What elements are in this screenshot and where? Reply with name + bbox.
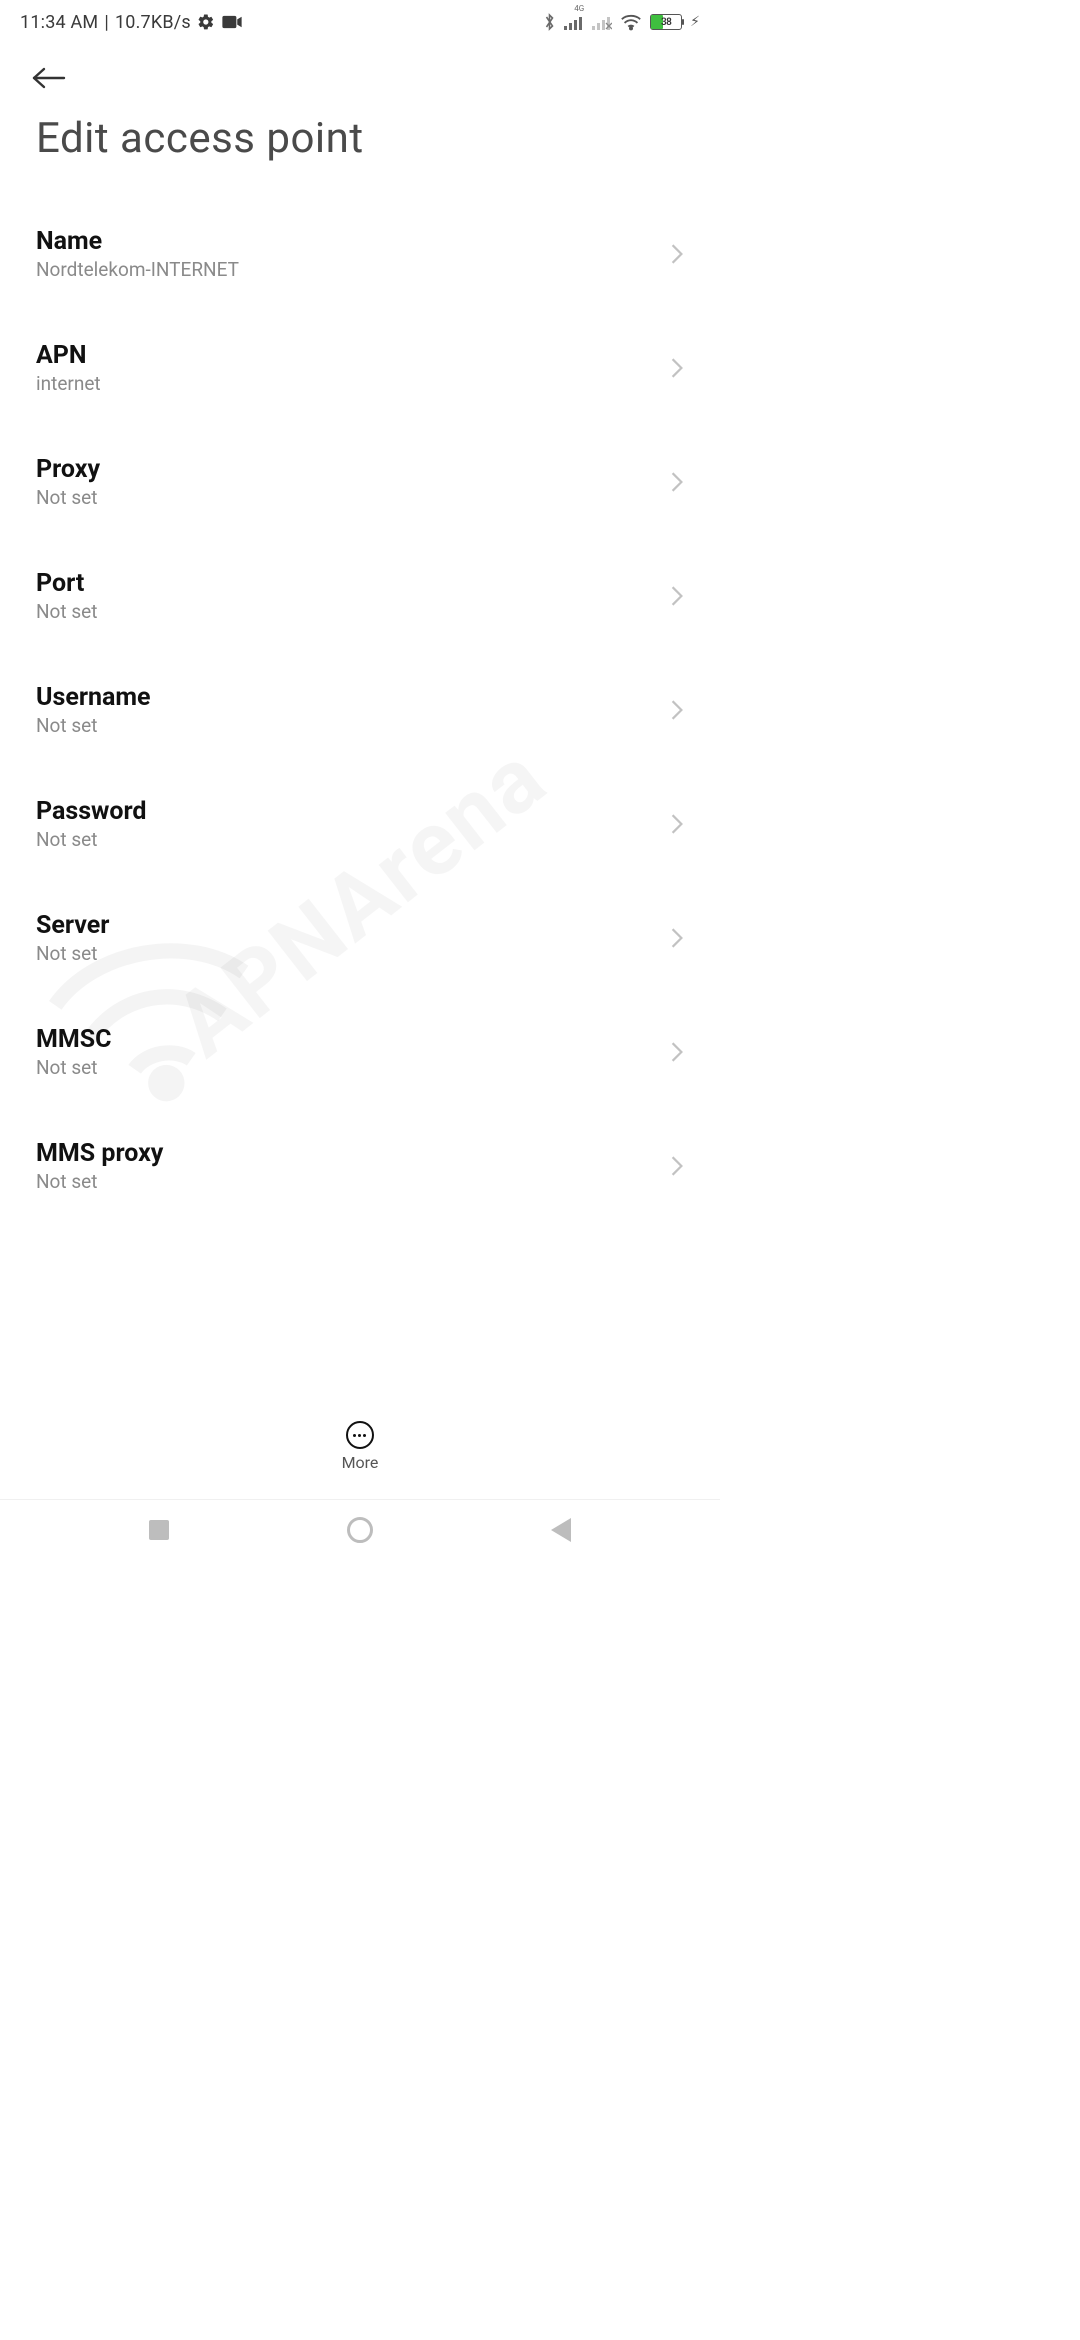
chevron-right-icon [670, 813, 684, 835]
row-mms-proxy[interactable]: MMS proxy Not set [36, 1109, 684, 1223]
system-nav-bar [0, 1500, 720, 1560]
battery-percent: 38 [651, 15, 681, 29]
signal-2-icon [592, 14, 612, 30]
row-username[interactable]: Username Not set [36, 653, 684, 767]
status-left: 11:34 AM | 10.7KB/s [20, 12, 243, 33]
row-server[interactable]: Server Not set [36, 881, 684, 995]
bottom-action-bar: More [0, 1394, 720, 1500]
row-label: Proxy [36, 455, 100, 484]
row-apn[interactable]: APN internet [36, 311, 684, 425]
row-label: Username [36, 683, 151, 712]
row-value: Nordtelekom-INTERNET [36, 258, 239, 281]
row-label: MMS proxy [36, 1139, 163, 1168]
chevron-right-icon [670, 927, 684, 949]
row-password[interactable]: Password Not set [36, 767, 684, 881]
more-button[interactable]: More [342, 1421, 379, 1472]
page-title: Edit access point [0, 96, 720, 197]
more-icon [346, 1421, 374, 1449]
chevron-right-icon [670, 1041, 684, 1063]
row-label: APN [36, 341, 101, 370]
wifi-icon [620, 13, 642, 31]
back-button[interactable] [32, 66, 688, 90]
nav-home-button[interactable] [347, 1517, 373, 1543]
charging-icon: ⚡︎ [690, 14, 700, 30]
battery-icon: 38 [650, 14, 682, 30]
chevron-right-icon [670, 585, 684, 607]
chevron-right-icon [670, 471, 684, 493]
row-value: Not set [36, 600, 97, 623]
chevron-right-icon [670, 357, 684, 379]
nav-back-button[interactable] [551, 1518, 571, 1542]
row-value: Not set [36, 486, 100, 509]
row-port[interactable]: Port Not set [36, 539, 684, 653]
more-label: More [342, 1453, 379, 1472]
bluetooth-icon [543, 12, 556, 32]
row-proxy[interactable]: Proxy Not set [36, 425, 684, 539]
row-mmsc[interactable]: MMSC Not set [36, 995, 684, 1109]
row-label: MMSC [36, 1025, 112, 1054]
row-value: Not set [36, 942, 109, 965]
nav-recents-button[interactable] [149, 1520, 169, 1540]
row-label: Server [36, 911, 109, 940]
chevron-right-icon [670, 1155, 684, 1177]
status-time: 11:34 AM [20, 12, 98, 33]
row-label: Name [36, 227, 239, 256]
row-name[interactable]: Name Nordtelekom-INTERNET [36, 197, 684, 311]
settings-list: APNArena Name Nordtelekom-INTERNET APN i… [0, 197, 720, 1225]
signal-type-label: 4G [574, 4, 584, 13]
row-label: Port [36, 569, 97, 598]
gear-icon [197, 13, 215, 31]
status-bar: 11:34 AM | 10.7KB/s 4G 38 ⚡︎ [0, 0, 720, 44]
nav-bar [0, 44, 720, 96]
row-value: Not set [36, 714, 151, 737]
status-net-speed: 10.7KB/s [115, 12, 191, 33]
row-value: Not set [36, 1170, 163, 1193]
chevron-right-icon [670, 243, 684, 265]
status-separator: | [104, 12, 109, 33]
chevron-right-icon [670, 699, 684, 721]
row-label: Password [36, 797, 147, 826]
status-right: 4G 38 ⚡︎ [543, 12, 700, 32]
row-value: internet [36, 372, 101, 395]
row-value: Not set [36, 828, 147, 851]
camera-icon [221, 15, 243, 29]
signal-1-icon: 4G [564, 14, 584, 30]
row-value: Not set [36, 1056, 112, 1079]
